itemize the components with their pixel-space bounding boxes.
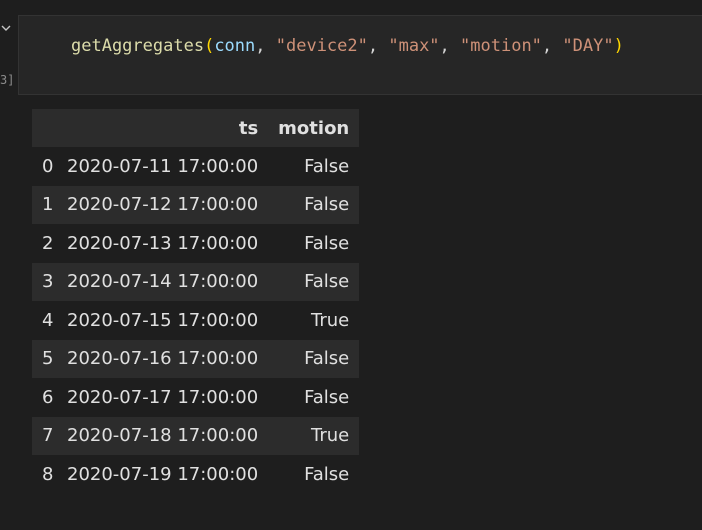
cell-motion: False — [304, 386, 350, 408]
cell-motion: True — [311, 309, 350, 331]
row-index: 7 — [32, 416, 67, 455]
cell-ts: 2020-07-12 17:00:00 — [67, 185, 269, 224]
row-index: 6 — [42, 386, 54, 408]
row-index: 1 — [32, 185, 67, 224]
row-index: 8 — [42, 463, 54, 485]
cell-motion: False — [268, 339, 360, 378]
code-separator: , — [541, 36, 563, 56]
cell-motion: False — [304, 155, 350, 177]
code-arg-field: "motion" — [460, 36, 542, 56]
cell-motion: True — [268, 416, 360, 455]
code-separator: , — [439, 36, 461, 56]
cell-ts: 2020-07-16 17:00:00 — [67, 339, 269, 378]
execution-count: 3] — [0, 73, 15, 87]
table-row: 4 2020-07-15 17:00:00 True — [32, 301, 359, 340]
table-header-row: ts motion — [32, 109, 360, 147]
row-index: 0 — [42, 155, 54, 177]
table-row: 0 2020-07-11 17:00:00 False — [32, 147, 359, 186]
table-row: 8 2020-07-19 17:00:00 False — [32, 455, 359, 494]
table-row: 1 2020-07-12 17:00:00 False — [32, 185, 360, 224]
cell-ts: 2020-07-14 17:00:00 — [67, 262, 269, 301]
code-arg-aggregate: "max" — [388, 36, 440, 56]
cell-motion: False — [268, 262, 360, 301]
code-line[interactable]: getAggregates(conn, "device2", "max", "m… — [71, 35, 624, 57]
code-function-name: getAggregates — [71, 36, 205, 56]
cell-ts: 2020-07-11 17:00:00 — [67, 155, 259, 177]
code-separator: , — [255, 36, 276, 56]
code-cell-editor[interactable]: getAggregates(conn, "device2", "max", "m… — [18, 15, 702, 95]
table-row: 6 2020-07-17 17:00:00 False — [32, 378, 359, 417]
column-header-motion: motion — [268, 109, 360, 147]
column-header-index — [32, 109, 67, 147]
row-index: 3 — [32, 262, 67, 301]
row-index: 4 — [42, 309, 54, 331]
cell-ts: 2020-07-18 17:00:00 — [67, 416, 269, 455]
cell-output: ts motion 0 2020-07-11 17:00:00 False 1 … — [32, 109, 360, 494]
table-row: 2 2020-07-13 17:00:00 False — [32, 224, 359, 263]
column-header-ts: ts — [67, 109, 269, 147]
table-row: 7 2020-07-18 17:00:00 True — [32, 416, 360, 455]
chevron-down-icon[interactable] — [0, 22, 14, 36]
row-index: 2 — [42, 232, 54, 254]
code-separator: , — [367, 36, 389, 56]
code-close-paren: ) — [613, 36, 624, 56]
cell-ts: 2020-07-17 17:00:00 — [67, 386, 259, 408]
code-arg-device: "device2" — [275, 36, 368, 56]
cell-ts: 2020-07-19 17:00:00 — [67, 463, 259, 485]
table-row: 5 2020-07-16 17:00:00 False — [32, 339, 360, 378]
cell-ts: 2020-07-13 17:00:00 — [67, 232, 259, 254]
code-arg-conn: conn — [214, 36, 256, 56]
code-arg-interval: "DAY" — [562, 36, 614, 56]
code-open-paren: ( — [204, 36, 215, 56]
dataframe-table: ts motion 0 2020-07-11 17:00:00 False 1 … — [32, 109, 360, 494]
notebook: 3] getAggregates(conn, "device2", "max",… — [0, 0, 702, 530]
cell-ts: 2020-07-15 17:00:00 — [67, 309, 259, 331]
row-index: 5 — [32, 339, 67, 378]
cell-motion: False — [304, 232, 350, 254]
cell-motion: False — [268, 185, 360, 224]
table-row: 3 2020-07-14 17:00:00 False — [32, 262, 360, 301]
cell-motion: False — [304, 463, 350, 485]
